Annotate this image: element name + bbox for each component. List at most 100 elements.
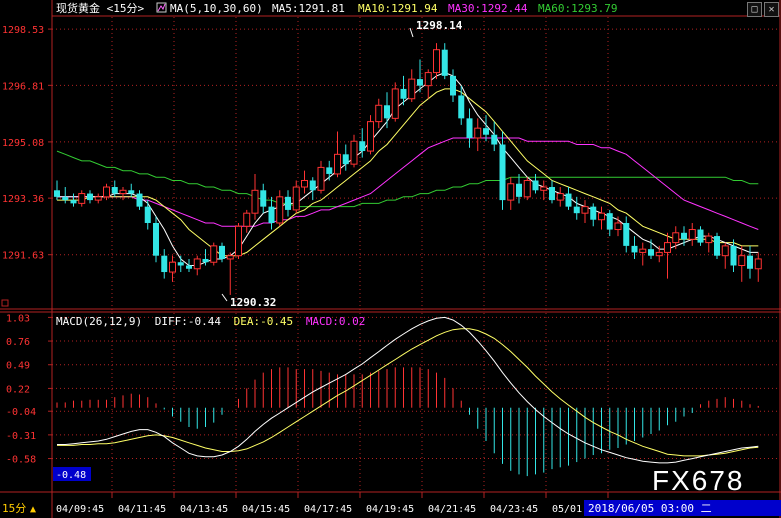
price-tick-label: 1295.08: [2, 138, 44, 149]
time-tick-label: 04/17:45: [304, 504, 352, 515]
instrument-name: 现货黄金: [56, 1, 100, 15]
candle-body: [243, 212, 251, 227]
candle-body: [94, 196, 102, 201]
candle-body: [606, 213, 613, 230]
candle-body: [144, 206, 151, 223]
price-tick-label: 1296.81: [2, 81, 44, 92]
candle-body: [226, 255, 234, 260]
price-tick-label: 1293.36: [2, 194, 44, 205]
close-icon[interactable]: ✕: [764, 2, 779, 17]
ma10-label: MA10:1291.94: [358, 2, 438, 15]
time-tick-label: 04/13:45: [180, 504, 228, 515]
candle: [210, 242, 218, 266]
macd-tick-label: 1.03: [6, 313, 30, 324]
candle-body: [251, 189, 259, 214]
candle-body: [309, 180, 316, 191]
candle-body: [301, 179, 308, 188]
candle-body: [136, 193, 143, 207]
period-label: <15分>: [107, 2, 145, 15]
price-tick-label: 1291.63: [2, 251, 44, 262]
candle-body: [565, 193, 572, 207]
macd-current-value: -0.48: [56, 470, 86, 481]
macd-tick-label: 0.22: [6, 384, 30, 395]
ma-param-label: MA(5,10,30,60): [170, 2, 263, 15]
macd-tick-label: -0.04: [6, 407, 36, 418]
maximize-icon[interactable]: □: [747, 2, 762, 17]
candle-body: [359, 141, 366, 152]
macd-current-value-box: -0.48: [53, 467, 91, 481]
candle-body: [78, 193, 86, 204]
candle-body: [285, 196, 291, 210]
candle-body: [219, 245, 225, 259]
candle-body: [128, 190, 135, 194]
candle-body: [400, 88, 407, 99]
watermark-text: FX678: [652, 465, 745, 496]
candle-body: [334, 153, 341, 175]
candle-body: [161, 255, 168, 273]
candle-body: [648, 249, 654, 256]
candle: [714, 232, 720, 259]
candle-body: [54, 190, 60, 197]
candle-body: [367, 121, 374, 152]
candle-body: [260, 190, 267, 207]
candle-body: [631, 245, 638, 253]
candle-body: [186, 265, 192, 269]
candle-body: [408, 78, 416, 100]
candle-body: [417, 79, 423, 86]
candle-body: [350, 140, 358, 165]
candle-body: [292, 186, 300, 211]
candle-body: [193, 258, 201, 270]
macd-value-label: MACD:0.02: [306, 315, 366, 328]
chart-frame: [0, 0, 781, 518]
candle-body: [581, 206, 589, 214]
candle-body: [532, 180, 539, 191]
period-selector[interactable]: 15分 ▲: [2, 502, 36, 515]
candle-body: [235, 225, 242, 257]
macd-name-label: MACD(26,12,9): [56, 315, 142, 328]
candle-body: [614, 222, 622, 231]
candle-body: [655, 251, 663, 257]
candle-body: [507, 183, 515, 201]
candle-body: [450, 75, 456, 96]
price-tick-label: 1298.53: [2, 25, 44, 36]
candle-body: [483, 128, 489, 135]
ma60-label: MA60:1293.79: [538, 2, 617, 15]
candle-body: [268, 206, 275, 223]
candle-body: [540, 186, 548, 191]
macd-dea-label: DEA:-0.45: [234, 315, 294, 328]
candle: [153, 216, 159, 263]
candle: [235, 222, 242, 259]
candle-body: [556, 193, 564, 201]
time-tick-label: 04/15:45: [242, 504, 290, 515]
candle-body: [177, 262, 184, 266]
chart-canvas[interactable]: 1298.53 1296.81 1295.08 1293.36 1291.63 1.03…: [0, 0, 781, 518]
candle-body: [730, 245, 737, 266]
candle-body: [169, 261, 176, 273]
candle-body: [87, 193, 93, 201]
svg-text:MACD(26,12,9) DIFF:-0.44: MACD(26,12,9) DIFF:-0.44 DEA:-0.45 MACD:…: [56, 315, 365, 328]
ma5-label: MA5:1291.81: [272, 2, 345, 15]
candle-body: [705, 235, 713, 244]
low-annotation: 1290.32: [221, 293, 276, 309]
candle-body: [474, 127, 482, 139]
candle-body: [523, 179, 531, 198]
macd-tick-label: -0.58: [6, 455, 36, 466]
candle: [523, 177, 531, 201]
candle-body: [491, 134, 498, 145]
period-selector-label: 15分: [2, 502, 26, 515]
candle-body: [738, 255, 746, 266]
candle-body: [326, 167, 333, 174]
high-price-label: 1298.14: [416, 19, 463, 32]
candle-body: [375, 104, 383, 123]
macd-tick-label: 0.49: [6, 361, 30, 372]
candle-body: [391, 88, 399, 119]
candle-body: [433, 49, 440, 74]
candle-body: [153, 222, 159, 256]
candle-body: [697, 229, 704, 243]
candle-body: [62, 196, 69, 201]
candle-body: [623, 222, 630, 246]
time-tick-label: 04/11:45: [118, 504, 166, 515]
candle-body: [590, 206, 597, 220]
candle-body: [499, 144, 506, 201]
candle-body: [441, 49, 448, 76]
